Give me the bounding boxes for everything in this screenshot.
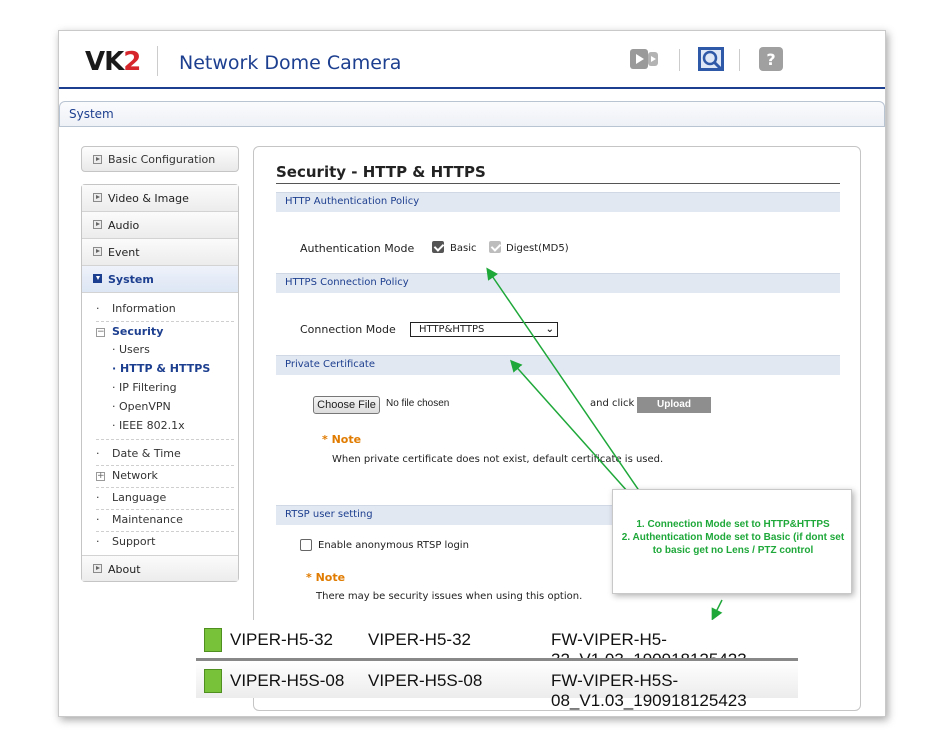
section-http-auth-policy: HTTP Authentication Policy: [276, 192, 840, 212]
choose-file-button[interactable]: Choose File: [313, 396, 380, 414]
basic-checkbox[interactable]: [432, 241, 444, 253]
firmware-row: VIPER-H5-32 VIPER-H5-32 FW-VIPER-H5-32_V…: [196, 620, 798, 669]
basic-label: Basic: [450, 243, 477, 254]
sidebar-item-maintenance[interactable]: Maintenance: [112, 513, 183, 526]
divider: [96, 439, 234, 440]
sidebar-item-system[interactable]: System: [82, 266, 238, 293]
sidebar-item-audio[interactable]: Audio: [82, 212, 238, 239]
sidebar-item-video-image[interactable]: Video & Image: [82, 185, 238, 212]
logo-divider: [157, 46, 158, 76]
rtsp-anonymous-label: Enable anonymous RTSP login: [318, 540, 469, 551]
divider: [96, 531, 234, 532]
sidebar-item-ieee[interactable]: · IEEE 802.1x: [112, 419, 185, 432]
section-private-certificate: Private Certificate: [276, 355, 840, 375]
bullet-dot: ·: [96, 535, 100, 548]
breadcrumb: System: [59, 101, 885, 127]
auth-mode-label: Authentication Mode: [300, 242, 415, 255]
sidebar-item-network[interactable]: Network: [112, 469, 158, 482]
svg-text:?: ?: [766, 50, 775, 69]
note-text: When private certificate does not exist,…: [332, 454, 664, 465]
sidebar-item-language[interactable]: Language: [112, 491, 166, 504]
sidebar-item-support[interactable]: Support: [112, 535, 155, 548]
expand-arrow-icon: [93, 193, 102, 202]
upload-button[interactable]: Upload: [637, 397, 711, 413]
connection-mode-select[interactable]: HTTP&HTTPS ⌄: [410, 322, 558, 337]
sidebar-item-ip-filtering[interactable]: · IP Filtering: [112, 381, 177, 394]
and-click-text: and click: [590, 398, 635, 409]
file-status: No file chosen: [386, 398, 450, 409]
section-https-policy: HTTPS Connection Policy: [276, 273, 840, 293]
title-underline: [276, 183, 840, 184]
camera-web-ui-window: VK2 Network Dome Camera ? System Basic C…: [58, 30, 886, 717]
help-icon[interactable]: ?: [757, 46, 787, 72]
expand-arrow-icon: [93, 155, 102, 164]
header-underline: [59, 87, 885, 89]
expand-arrow-icon: [93, 564, 102, 573]
sidebar-menu: Video & Image Audio Event System · Infor…: [81, 184, 239, 582]
sidebar-item-http-https[interactable]: · HTTP & HTTPS: [112, 362, 210, 375]
collapse-arrow-icon: [93, 274, 102, 283]
conn-mode-label: Connection Mode: [300, 323, 396, 336]
rtsp-anonymous-checkbox[interactable]: [300, 539, 312, 551]
expand-plus-icon[interactable]: −: [96, 328, 105, 337]
expand-arrow-icon: [93, 247, 102, 256]
sidebar-item-openvpn[interactable]: · OpenVPN: [112, 400, 171, 413]
lightning-icon: [204, 669, 222, 693]
firmware-row: VIPER-H5S-08 VIPER-H5S-08 FW-VIPER-H5S-0…: [196, 658, 798, 710]
live-view-icon[interactable]: [629, 46, 659, 72]
expand-arrow-icon: [93, 220, 102, 229]
bullet-dot: ·: [96, 513, 100, 526]
sidebar-item-users[interactable]: · Users: [112, 343, 150, 356]
sidebar-item-event[interactable]: Event: [82, 239, 238, 266]
app-title: Network Dome Camera: [179, 52, 402, 74]
note-text: There may be security issues when using …: [316, 591, 583, 602]
bullet-dot: ·: [96, 491, 100, 504]
brand-logo: VK2: [85, 47, 141, 77]
page-title: Security - HTTP & HTTPS: [276, 163, 486, 181]
sidebar-item-date-time[interactable]: Date & Time: [112, 447, 181, 460]
header-divider: [739, 49, 740, 71]
bullet-dot: ·: [96, 447, 100, 460]
digest-checkbox: [489, 241, 501, 253]
sidebar-item-about[interactable]: About: [82, 555, 238, 581]
divider: [96, 465, 234, 466]
divider: [96, 321, 234, 322]
chevron-down-icon: ⌄: [545, 324, 554, 335]
header-divider: [679, 49, 680, 71]
bullet-dot: ·: [96, 302, 100, 315]
setup-icon[interactable]: [697, 46, 727, 72]
expand-plus-icon[interactable]: +: [96, 472, 105, 481]
note-title: * Note: [322, 433, 362, 446]
divider: [96, 487, 234, 488]
app-header: VK2 Network Dome Camera ?: [59, 31, 885, 91]
sidebar-item-information[interactable]: Information: [112, 302, 176, 315]
sidebar-item-security[interactable]: Security: [112, 325, 163, 338]
lightning-icon: [204, 628, 222, 652]
note-title: * Note: [306, 571, 346, 584]
annotation-callout: 1. Connection Mode set to HTTP&HTTPS 2. …: [612, 489, 852, 594]
divider: [96, 509, 234, 510]
sidebar-item-basic-configuration[interactable]: Basic Configuration: [81, 146, 239, 172]
digest-label: Digest(MD5): [506, 243, 569, 254]
